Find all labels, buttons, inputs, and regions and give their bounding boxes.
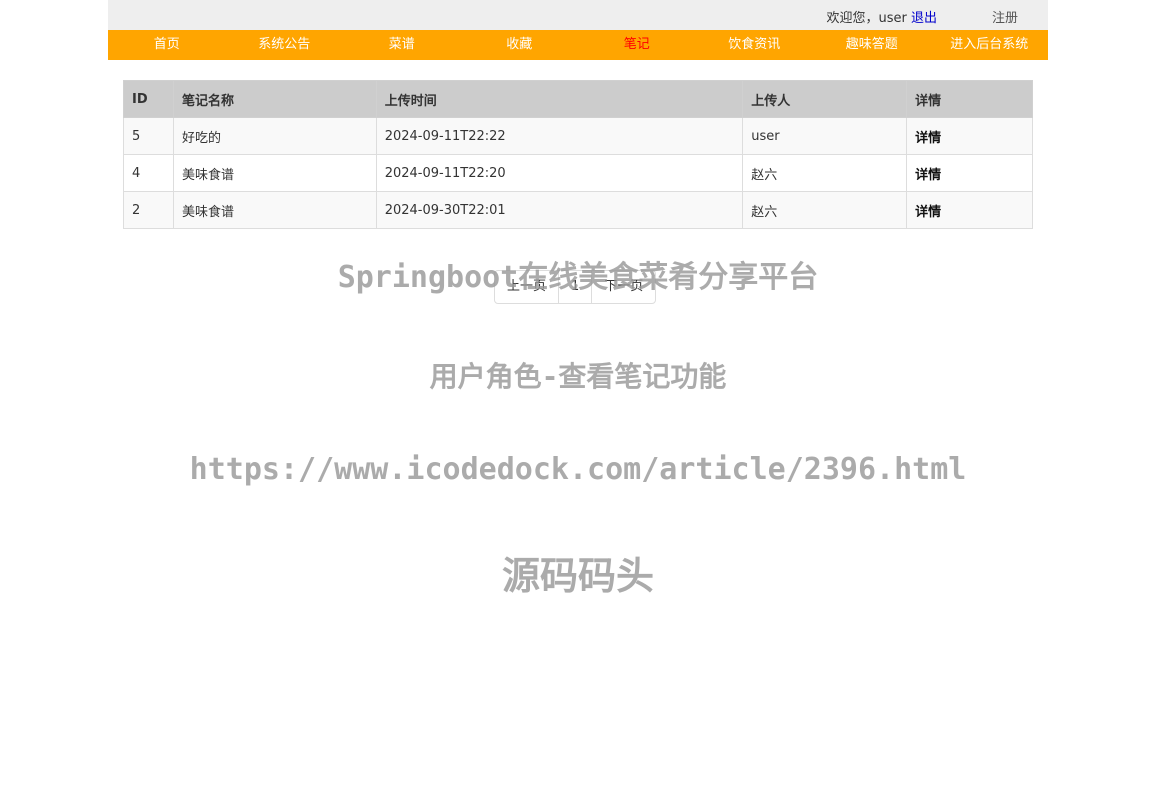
table-row: 2 美味食谱 2024-09-30T22:01 赵六 详情 — [123, 191, 1033, 229]
cell-detail: 详情 — [906, 154, 1033, 192]
detail-link[interactable]: 详情 — [915, 168, 941, 183]
watermark-subtitle: 用户角色-查看笔记功能 — [429, 360, 727, 393]
table-row: 4 美味食谱 2024-09-11T22:20 赵六 详情 — [123, 154, 1033, 192]
watermark-brand: 源码码头 — [501, 554, 654, 598]
cell-id: 5 — [123, 117, 174, 155]
detail-link[interactable]: 详情 — [915, 205, 941, 220]
nav-item-quiz[interactable]: 趣味答题 — [813, 30, 931, 60]
table-header-row: ID 笔记名称 上传时间 上传人 详情 — [123, 80, 1033, 118]
nav-item-home[interactable]: 首页 — [108, 30, 226, 60]
cell-id: 2 — [123, 191, 174, 229]
nav-item-notes[interactable]: 笔记 — [578, 30, 696, 60]
cell-uploader: 赵六 — [742, 191, 908, 229]
cell-time: 2024-09-30T22:01 — [375, 191, 744, 229]
notes-table-wrapper: ID 笔记名称 上传时间 上传人 详情 5 好吃的 2024-09-11T22:… — [123, 80, 1033, 229]
welcome-text: 欢迎您，user — [826, 11, 907, 26]
register-link[interactable]: 注册 — [992, 7, 1018, 26]
main-nav: 首页 系统公告 菜谱 收藏 笔记 饮食资讯 趣味答题 进入后台系统 — [108, 30, 1048, 60]
cell-detail: 详情 — [906, 191, 1033, 229]
detail-link[interactable]: 详情 — [915, 131, 941, 146]
column-header-uploader: 上传人 — [742, 80, 908, 118]
nav-item-recipes[interactable]: 菜谱 — [343, 30, 461, 60]
nav-item-announcements[interactable]: 系统公告 — [226, 30, 344, 60]
column-header-time: 上传时间 — [375, 80, 744, 118]
next-page-button[interactable]: 下一页 — [591, 271, 655, 303]
cell-uploader: 赵六 — [742, 154, 908, 192]
notes-table: ID 笔记名称 上传时间 上传人 详情 5 好吃的 2024-09-11T22:… — [123, 80, 1033, 229]
cell-detail: 详情 — [906, 117, 1033, 155]
column-header-id: ID — [123, 80, 174, 118]
page: 欢迎您，user 退出 注册 首页 系统公告 菜谱 收藏 笔记 饮食资讯 趣味答… — [0, 0, 1156, 786]
column-header-detail: 详情 — [906, 80, 1033, 118]
cell-time: 2024-09-11T22:20 — [375, 154, 744, 192]
top-bar: 欢迎您，user 退出 注册 — [108, 0, 1048, 30]
watermark-url: https://www.icodedock.com/article/2396.h… — [189, 452, 967, 487]
cell-uploader: user — [742, 117, 908, 155]
nav-item-food-news[interactable]: 饮食资讯 — [696, 30, 814, 60]
pagination: 上一页 1 下一页 — [494, 270, 657, 304]
prev-page-button[interactable]: 上一页 — [495, 271, 558, 303]
logout-link[interactable]: 退出 — [911, 11, 937, 26]
nav-item-admin[interactable]: 进入后台系统 — [931, 30, 1049, 60]
nav-item-favorites[interactable]: 收藏 — [461, 30, 579, 60]
table-row: 5 好吃的 2024-09-11T22:22 user 详情 — [123, 117, 1033, 155]
welcome-message: 欢迎您，user 退出 — [826, 7, 937, 26]
page-number-button[interactable]: 1 — [558, 271, 591, 303]
cell-name: 美味食谱 — [172, 154, 377, 192]
column-header-name: 笔记名称 — [172, 80, 377, 118]
cell-id: 4 — [123, 154, 174, 192]
cell-time: 2024-09-11T22:22 — [375, 117, 744, 155]
cell-name: 美味食谱 — [172, 191, 377, 229]
cell-name: 好吃的 — [172, 117, 377, 155]
header-container: 欢迎您，user 退出 注册 首页 系统公告 菜谱 收藏 笔记 饮食资讯 趣味答… — [108, 0, 1048, 60]
